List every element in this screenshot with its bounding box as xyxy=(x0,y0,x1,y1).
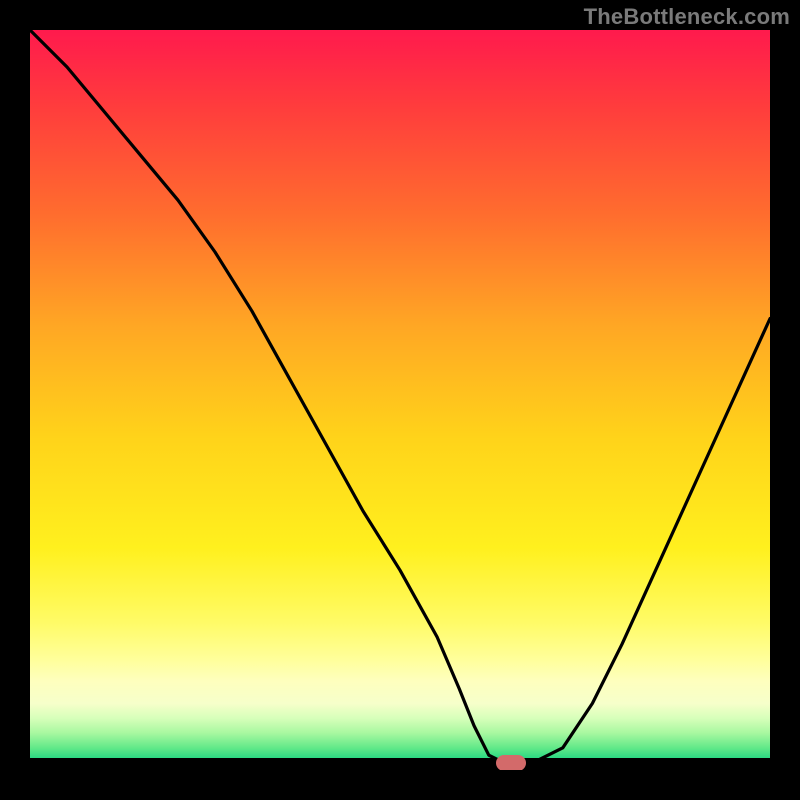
plot-area xyxy=(30,30,770,770)
watermark-text: TheBottleneck.com xyxy=(584,4,790,30)
bottom-axis-mask xyxy=(30,758,770,770)
chart-stage: TheBottleneck.com xyxy=(0,0,800,800)
plot-frame xyxy=(30,30,770,770)
bottleneck-curve xyxy=(30,30,770,770)
optimal-marker xyxy=(496,755,526,770)
